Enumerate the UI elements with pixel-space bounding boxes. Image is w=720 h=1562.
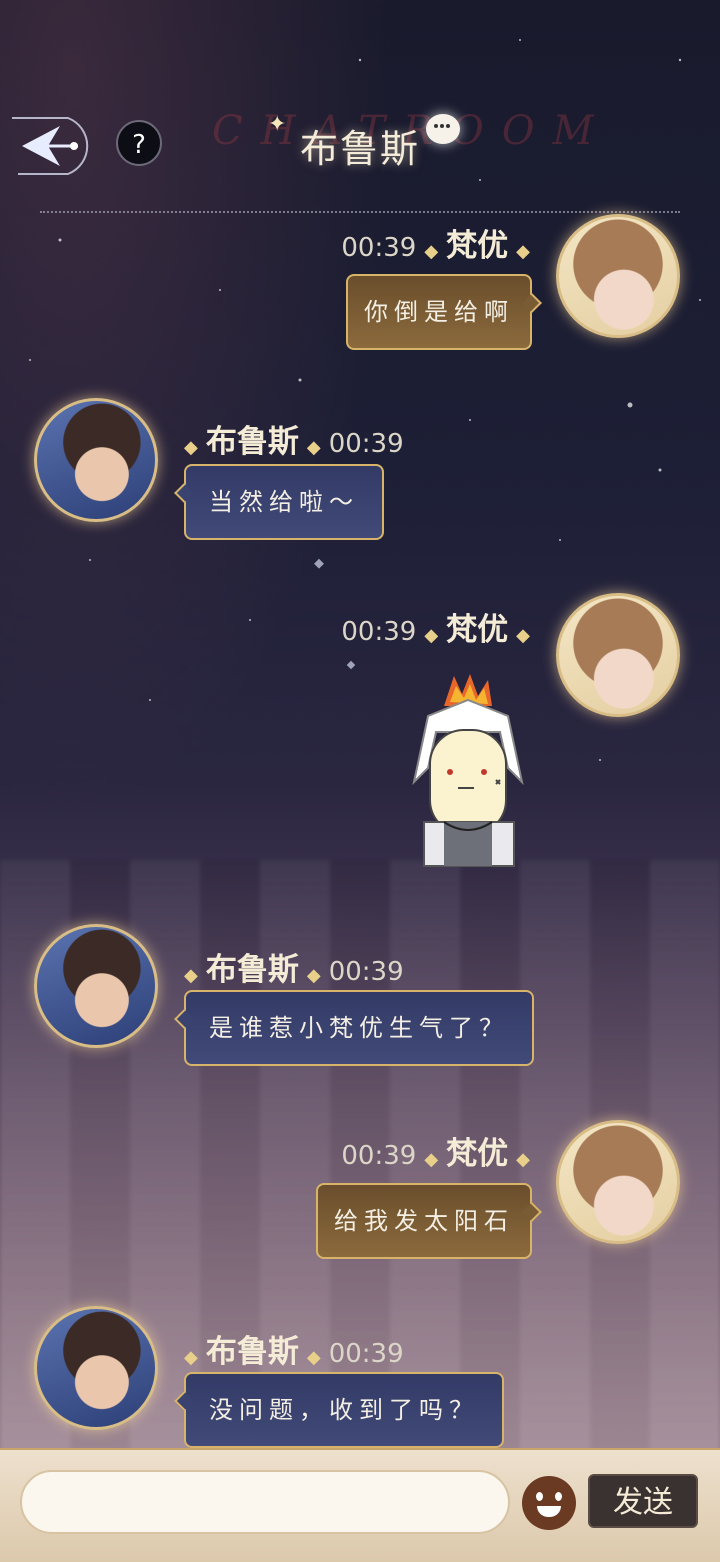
sender-name: 梵优	[446, 228, 509, 264]
avatar-bruce[interactable]	[34, 398, 158, 522]
message-composer: 发送	[0, 1448, 720, 1562]
chat-bubble-incoming[interactable]: 没问题，收到了吗？	[184, 1372, 504, 1448]
message-meta: ◆ 布鲁斯 ◆ 00:39	[184, 424, 404, 460]
avatar-bruce[interactable]	[34, 924, 158, 1048]
avatar-bruce[interactable]	[34, 1306, 158, 1430]
message-meta: 00:39 ◆ 梵优 ◆	[341, 1136, 530, 1172]
chat-bubble-incoming[interactable]: 当然给啦～	[184, 464, 384, 540]
avatar-fanyou[interactable]	[556, 1120, 680, 1244]
header-divider	[40, 211, 680, 213]
chat-bubble-icon	[426, 114, 460, 144]
chat-bubble-outgoing[interactable]: 你倒是给啊	[346, 274, 532, 350]
message-time: 00:39	[328, 1339, 404, 1369]
message-meta: 00:39 ◆ 梵优 ◆	[341, 228, 530, 264]
message-time: 00:39	[341, 617, 417, 647]
sender-name: 梵优	[446, 1136, 509, 1172]
page-title: 布鲁斯	[299, 127, 420, 171]
message-time: 00:39	[328, 429, 404, 459]
chat-bubble-outgoing[interactable]: 给我发太阳石	[316, 1183, 532, 1259]
sender-name: 布鲁斯	[205, 1334, 299, 1370]
avatar-fanyou[interactable]	[556, 593, 680, 717]
message-time: 00:39	[341, 233, 417, 263]
sender-name: 梵优	[446, 612, 509, 648]
send-button[interactable]: 发送	[588, 1474, 698, 1528]
chat-bubble-incoming[interactable]: 是谁惹小梵优生气了？	[184, 990, 534, 1066]
angry-chibi-sticker[interactable]	[404, 672, 532, 868]
avatar-fanyou[interactable]	[556, 214, 680, 338]
message-time: 00:39	[341, 1141, 417, 1171]
sender-name: 布鲁斯	[205, 952, 299, 988]
emoji-button[interactable]	[522, 1476, 576, 1530]
message-meta: ◆ 布鲁斯 ◆ 00:39	[184, 1334, 404, 1370]
message-meta: 00:39 ◆ 梵优 ◆	[341, 612, 530, 648]
message-meta: ◆ 布鲁斯 ◆ 00:39	[184, 952, 404, 988]
sender-name: 布鲁斯	[205, 424, 299, 460]
message-input[interactable]	[20, 1470, 510, 1534]
message-time: 00:39	[328, 957, 404, 987]
